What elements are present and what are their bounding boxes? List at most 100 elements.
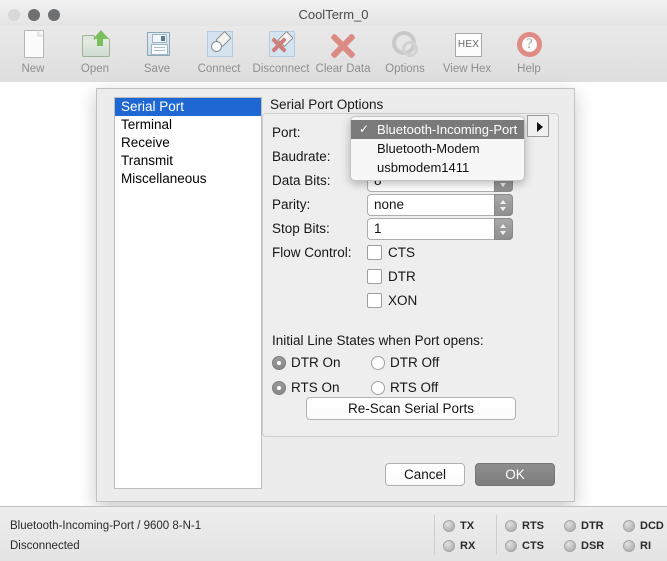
- field-label-parity: Parity:: [272, 197, 311, 212]
- cancel-button[interactable]: Cancel: [385, 463, 465, 486]
- led-lamp-tx: [443, 520, 455, 532]
- port-menu-item-bluetooth-incoming-port[interactable]: ✓ Bluetooth-Incoming-Port: [351, 120, 524, 139]
- led-label-tx: TX: [460, 520, 475, 532]
- led-label-dcd: DCD: [640, 520, 664, 532]
- toolbar-button-help[interactable]: ? Help: [498, 29, 560, 75]
- field-label-data-bits: Data Bits:: [272, 173, 331, 188]
- checkbox-cts[interactable]: CTS: [367, 245, 415, 260]
- led-label-dsr: DSR: [581, 540, 605, 552]
- radio-dot-dtr-on[interactable]: [272, 355, 286, 370]
- field-label-flow-control: Flow Control:: [272, 245, 352, 260]
- led-label-ri: RI: [640, 540, 651, 552]
- toolbar-label-new: New: [21, 63, 45, 75]
- checkbox-label-xon: XON: [388, 293, 418, 308]
- toolbar-button-clear-data[interactable]: Clear Data: [312, 29, 374, 75]
- line-states-title: Initial Line States when Port opens:: [272, 333, 484, 348]
- led-indicator-ri: RI: [623, 539, 664, 553]
- led-lamp-cts: [505, 540, 517, 552]
- status-connection-state: Disconnected: [10, 540, 80, 552]
- led-group-txrx: TX RX: [434, 515, 497, 555]
- triangle-right-icon: [537, 122, 543, 132]
- help-question-glyph: ?: [526, 36, 533, 52]
- toolbar-label-view-hex: View Hex: [442, 63, 492, 75]
- stop-bits-combo[interactable]: 1: [367, 218, 513, 240]
- radio-label-rts-on: RTS On: [291, 380, 340, 395]
- main-toolbar: New Open Save Connect Disconnect Clear D…: [0, 26, 667, 83]
- connect-plug-icon: [202, 29, 236, 61]
- led-label-rts: RTS: [522, 520, 544, 532]
- checkbox-box-dtr[interactable]: [367, 269, 382, 284]
- disconnect-plug-icon: [264, 29, 298, 61]
- radio-label-dtr-off: DTR Off: [390, 355, 440, 370]
- led-indicator-dtr: DTR: [564, 519, 604, 533]
- port-dropdown-menu[interactable]: ✓ Bluetooth-Incoming-Port Bluetooth-Mode…: [350, 116, 525, 181]
- toolbar-button-options[interactable]: Options: [374, 29, 436, 75]
- ok-button[interactable]: OK: [475, 463, 555, 486]
- stop-bits-stepper-icon[interactable]: [494, 218, 513, 240]
- led-label-rx: RX: [460, 540, 476, 552]
- toolbar-button-open[interactable]: Open: [64, 29, 126, 75]
- led-lamp-dcd: [623, 520, 635, 532]
- sidebar-item-terminal[interactable]: Terminal: [115, 116, 261, 134]
- toolbar-button-connect[interactable]: Connect: [188, 29, 250, 75]
- options-gear-icon: [388, 29, 422, 61]
- port-menu-label-2: usbmodem1411: [377, 160, 470, 175]
- toolbar-button-disconnect[interactable]: Disconnect: [250, 29, 312, 75]
- led-indicator-tx: TX: [443, 519, 475, 533]
- sidebar-item-serial-port[interactable]: Serial Port: [115, 98, 261, 116]
- led-indicator-dcd: DCD: [623, 519, 664, 533]
- status-connection-info: Bluetooth-Incoming-Port / 9600 8-N-1: [10, 520, 202, 532]
- parity-stepper-icon[interactable]: [494, 194, 513, 216]
- sidebar-item-miscellaneous[interactable]: Miscellaneous: [115, 170, 261, 188]
- toolbar-label-options: Options: [385, 63, 425, 75]
- radio-dtr-off[interactable]: DTR Off: [371, 355, 439, 370]
- led-indicator-dsr: DSR: [564, 539, 604, 553]
- field-row-parity: Parity: none: [263, 194, 558, 218]
- toolbar-label-clear-data: Clear Data: [315, 63, 371, 75]
- radio-row-dtr: DTR On DTR Off: [272, 355, 552, 373]
- port-menu-item-usbmodem1411[interactable]: usbmodem1411: [351, 158, 524, 177]
- stop-bits-combo-value: 1: [374, 221, 382, 236]
- radio-dot-dtr-off[interactable]: [371, 355, 385, 370]
- save-floppy-icon: [140, 29, 174, 61]
- help-lifering-icon: ?: [512, 29, 546, 61]
- toolbar-button-new[interactable]: New: [2, 29, 64, 75]
- led-label-cts: CTS: [522, 540, 544, 552]
- radio-dot-rts-on[interactable]: [272, 380, 286, 395]
- coolterm-window: CoolTerm_0 New Open Save Connect Disconn…: [0, 0, 667, 561]
- window-title: CoolTerm_0: [298, 7, 369, 22]
- view-hex-icon: HEX: [450, 29, 484, 61]
- checkbox-dtr[interactable]: DTR: [367, 269, 416, 284]
- toolbar-button-save[interactable]: Save: [126, 29, 188, 75]
- led-lamp-dtr: [564, 520, 576, 532]
- new-document-icon: [16, 29, 50, 61]
- led-indicator-rx: RX: [443, 539, 475, 553]
- checkbox-xon[interactable]: XON: [367, 293, 417, 308]
- toolbar-button-view-hex[interactable]: HEX View Hex: [436, 29, 498, 75]
- port-menu-item-bluetooth-modem[interactable]: Bluetooth-Modem: [351, 139, 524, 158]
- port-menu-label-0: Bluetooth-Incoming-Port: [377, 122, 518, 137]
- options-category-list[interactable]: Serial Port Terminal Receive Transmit Mi…: [114, 97, 262, 489]
- port-expand-arrow-button[interactable]: [527, 115, 549, 137]
- parity-combo[interactable]: none: [367, 194, 513, 216]
- sidebar-item-transmit[interactable]: Transmit: [115, 152, 261, 170]
- radio-label-rts-off: RTS Off: [390, 380, 439, 395]
- rescan-serial-ports-button[interactable]: Re-Scan Serial Ports: [306, 397, 516, 420]
- radio-label-dtr-on: DTR On: [291, 355, 341, 370]
- toolbar-label-connect: Connect: [197, 63, 241, 75]
- radio-rts-off[interactable]: RTS Off: [371, 380, 438, 395]
- panel-title: Serial Port Options: [270, 97, 384, 112]
- radio-dtr-on[interactable]: DTR On: [272, 355, 341, 370]
- checkbox-box-cts[interactable]: [367, 245, 382, 260]
- radio-dot-rts-off[interactable]: [371, 380, 385, 395]
- parity-combo-value: none: [374, 197, 405, 212]
- checkbox-label-cts: CTS: [388, 245, 415, 260]
- led-lamp-ri: [623, 540, 635, 552]
- checkbox-box-xon[interactable]: [367, 293, 382, 308]
- radio-rts-on[interactable]: RTS On: [272, 380, 340, 395]
- sidebar-item-receive[interactable]: Receive: [115, 134, 261, 152]
- led-lamp-dsr: [564, 540, 576, 552]
- toolbar-label-help: Help: [517, 63, 541, 75]
- open-folder-icon: [78, 29, 112, 61]
- window-titlebar: CoolTerm_0: [0, 3, 667, 27]
